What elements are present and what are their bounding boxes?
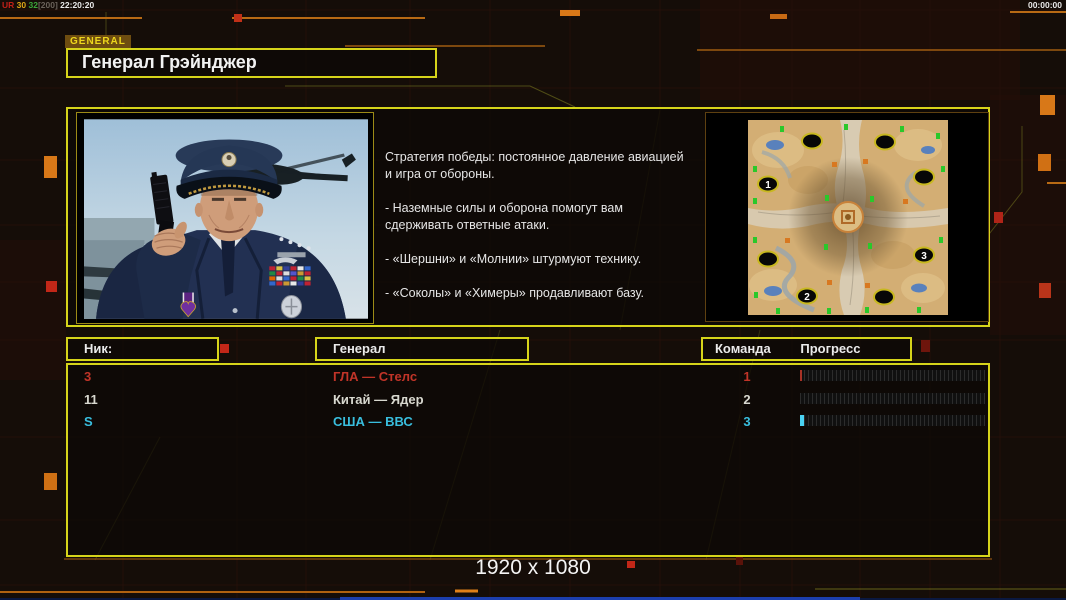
debug-seg: 32 [28, 0, 37, 10]
briefing-paragraph: - Наземные силы и оборона помогут вам сд… [385, 200, 687, 234]
general-header-box: Генерал [315, 337, 529, 361]
player-nick: 11 [84, 392, 98, 407]
player-row: 11 Китай — Ядер 2 [68, 392, 988, 407]
map-preview: 1 2 3 [705, 112, 989, 322]
briefing-paragraph: - «Соколы» и «Химеры» продавливают базу. [385, 285, 687, 302]
player-loading-bar [800, 370, 985, 381]
player-nick: S [84, 414, 93, 429]
loading-bar-tick [800, 370, 802, 381]
player-team: 3 [732, 414, 762, 429]
player-general: ГЛА — Стелс [333, 369, 417, 384]
player-loading-bar [800, 393, 985, 404]
player-general: Китай — Ядер [333, 392, 424, 407]
loading-bar-tick [800, 415, 804, 426]
debug-seg: [200] [38, 0, 60, 10]
start-marker-3: 3 [921, 251, 927, 262]
mission-timer: 00:00:00 [1028, 0, 1062, 10]
progress-header-label: Прогресс [800, 339, 860, 359]
briefing-panel: Стратегия победы: постоянное давление ав… [66, 107, 990, 327]
briefing-paragraph: Стратегия победы: постоянное давление ав… [385, 149, 687, 183]
player-row: S США — ВВС 3 [68, 414, 988, 429]
general-title-box: Генерал Грэйнджер [66, 48, 437, 78]
debug-seg: 22:20:20 [60, 0, 94, 10]
team-progress-header-box: Команда Прогресс [701, 337, 912, 361]
player-loading-bar [800, 415, 985, 426]
debug-seg: UR [2, 0, 14, 10]
player-general: США — ВВС [333, 414, 413, 429]
debug-stats-readout: UR 30 32[200] 22:20:20 [2, 0, 94, 10]
general-tab-label: GENERAL [65, 35, 131, 48]
player-row: 3 ГЛА — Стелс 1 [68, 369, 988, 384]
briefing-paragraph: - «Шершни» и «Молнии» штурмуют технику. [385, 251, 687, 268]
player-nick: 3 [84, 369, 91, 384]
general-header-label: Генерал [333, 339, 385, 359]
strategy-briefing: Стратегия победы: постоянное давление ав… [385, 149, 687, 319]
player-roster-panel: 3 ГЛА — Стелс 1 11 Китай — Ядер 2 S США … [66, 363, 990, 557]
general-portrait [76, 112, 374, 324]
debug-seg: 30 [14, 0, 28, 10]
general-portrait-illustration [84, 119, 368, 319]
nick-header-box: Ник: [66, 337, 219, 361]
map-preview-illustration: 1 2 3 [748, 120, 948, 315]
player-team: 1 [732, 369, 762, 384]
nick-header-label: Ник: [84, 339, 112, 359]
page-title: Генерал Грэйнджер [68, 50, 435, 75]
start-marker-1: 1 [765, 180, 771, 191]
resolution-label: 1920 x 1080 [0, 556, 1066, 580]
player-team: 2 [732, 392, 762, 407]
start-marker-2: 2 [804, 292, 810, 303]
team-header-label: Команда [715, 339, 771, 359]
